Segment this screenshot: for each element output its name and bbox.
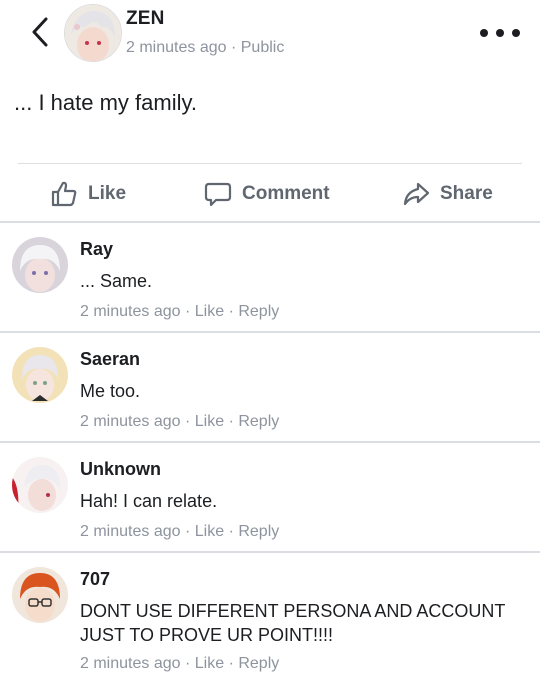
post-time: 2 minutes ago	[126, 39, 227, 56]
comment-reply-link[interactable]: Reply	[238, 303, 279, 320]
avatar[interactable]	[12, 237, 68, 293]
comment-text: Hah! I can relate.	[80, 491, 218, 511]
comment-button[interactable]: Comment	[204, 176, 330, 212]
comment-meta: 2 minutes ago · Like · Reply	[80, 303, 279, 321]
meta-separator: ·	[228, 303, 234, 320]
comment-item: 707 DONT USE DIFFERENT PERSONA AND ACCOU…	[0, 553, 540, 686]
comment-item: Unknown Hah! I can relate. 2 minutes ago…	[0, 443, 540, 551]
comment-like-link[interactable]: Like	[195, 655, 224, 672]
comment-time: 2 minutes ago	[80, 303, 181, 320]
more-options-button[interactable]	[480, 20, 520, 46]
comment-text: Me too.	[80, 381, 141, 401]
more-dot	[496, 29, 504, 37]
comment-time: 2 minutes ago	[80, 413, 181, 430]
post-text: ... I hate my family.	[14, 90, 197, 115]
like-button[interactable]: Like	[50, 176, 126, 212]
avatar[interactable]	[12, 567, 68, 623]
meta-separator: ·	[184, 413, 191, 430]
post-visibility: Public	[240, 39, 285, 56]
meta-separator: ·	[228, 523, 234, 540]
comment-meta: 2 minutes ago · Like · Reply	[80, 523, 279, 541]
more-dot	[512, 29, 520, 37]
comment-author[interactable]: Unknown	[80, 459, 161, 480]
comment-meta: 2 minutes ago · Like · Reply	[80, 655, 279, 673]
comment-text: DONT USE DIFFERENT PERSONA AND ACCOUNT J…	[80, 601, 506, 645]
comment-author[interactable]: Saeran	[80, 349, 140, 370]
comment-text: ... Same.	[80, 271, 153, 291]
comment-like-link[interactable]: Like	[195, 523, 224, 540]
comment-reply-link[interactable]: Reply	[238, 413, 279, 430]
comment-time: 2 minutes ago	[80, 523, 181, 540]
share-button[interactable]: Share	[402, 176, 493, 212]
avatar[interactable]	[12, 457, 68, 513]
comment-meta: 2 minutes ago · Like · Reply	[80, 413, 279, 431]
meta-separator: ·	[230, 39, 237, 56]
more-dots-icon	[480, 29, 488, 37]
meta-separator: ·	[228, 413, 234, 430]
meta-separator: ·	[228, 655, 234, 672]
thumbs-up-icon	[51, 181, 77, 207]
meta-separator: ·	[184, 655, 191, 672]
comment-time: 2 minutes ago	[80, 655, 181, 672]
comment-author[interactable]: 707	[80, 569, 110, 590]
divider	[18, 163, 522, 164]
comment-reply-link[interactable]: Reply	[238, 655, 279, 672]
meta-separator: ·	[184, 523, 191, 540]
comment-label: Comment	[242, 183, 330, 204]
like-label: Like	[88, 183, 127, 204]
poster-avatar[interactable]	[64, 4, 122, 62]
post-header: ZEN 2 minutes ago · Public	[0, 0, 540, 70]
meta-separator: ·	[184, 303, 191, 320]
comment-like-link[interactable]: Like	[195, 303, 224, 320]
comment-reply-link[interactable]: Reply	[238, 523, 279, 540]
comment-like-link[interactable]: Like	[195, 413, 224, 430]
comment-item: Saeran Me too. 2 minutes ago · Like · Re…	[0, 333, 540, 441]
back-button[interactable]	[26, 12, 54, 52]
speech-bubble-icon	[204, 182, 232, 207]
share-label: Share	[440, 183, 493, 204]
comment-author[interactable]: Ray	[80, 239, 113, 260]
post-meta: 2 minutes ago · Public	[126, 39, 284, 57]
comment-item: Ray ... Same. 2 minutes ago · Like · Rep…	[0, 223, 540, 331]
avatar[interactable]	[12, 347, 68, 403]
poster-name[interactable]: ZEN	[126, 8, 165, 30]
post-actions-bar: Like Comment Share	[0, 168, 540, 220]
chevron-left-icon	[32, 17, 48, 47]
share-arrow-icon	[403, 182, 430, 206]
